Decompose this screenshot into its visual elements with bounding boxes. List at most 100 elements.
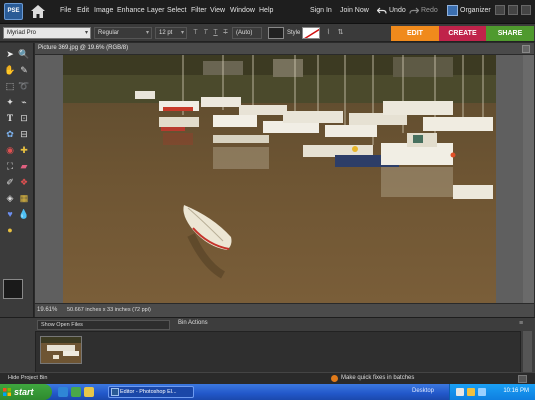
hide-project-bin-button[interactable]: Hide Project Bin (8, 375, 47, 381)
leading-select[interactable]: (Auto) (232, 27, 262, 39)
show-files-value: Show Open Files (41, 322, 83, 328)
vertical-scrollbar[interactable] (523, 55, 534, 303)
foreground-color-swatch[interactable] (3, 279, 23, 299)
quick-fix-icon (331, 375, 338, 382)
underline-icon[interactable]: T (211, 28, 220, 38)
document-title: Picture 369.jpg @ 19.6% (RGB/8) (38, 45, 129, 51)
organizer-icon[interactable] (447, 5, 458, 16)
sponge-tool-icon[interactable]: ● (4, 224, 16, 236)
quick-fix-tip[interactable]: Make quick fixes in batches (341, 375, 414, 381)
redo-button[interactable]: Redo (421, 7, 438, 14)
eyedropper-tool-icon[interactable]: ✎ (18, 64, 30, 76)
menu-view[interactable]: View (210, 7, 225, 14)
close-icon[interactable] (522, 45, 530, 53)
maximize-icon[interactable] (508, 5, 518, 15)
home-icon[interactable] (30, 4, 46, 19)
no-style-icon (304, 28, 319, 38)
brush-tool-icon[interactable]: ✐ (4, 176, 16, 188)
start-button[interactable]: start (0, 384, 52, 400)
bin-scrollbar[interactable] (523, 331, 532, 373)
menu-window[interactable]: Window (230, 7, 255, 14)
sign-in-link[interactable]: Sign In (310, 7, 332, 14)
menu-file[interactable]: File (60, 7, 71, 14)
straighten-tool-icon[interactable]: ⊟ (18, 128, 30, 140)
document-status-bar: 19.61% 50.667 inches x 33 inches (72 ppi… (35, 303, 534, 317)
menu-layer[interactable]: Layer (147, 7, 165, 14)
gradient-tool-icon[interactable]: ▦ (18, 192, 30, 204)
network-icon[interactable] (456, 388, 464, 396)
orientation-icon[interactable]: ⇅ (336, 28, 345, 38)
menu-select[interactable]: Select (167, 7, 186, 14)
menu-enhance[interactable]: Enhance (117, 7, 145, 14)
bin-actions-menu[interactable]: Bin Actions (178, 320, 208, 326)
harbor-photo (63, 55, 496, 303)
italic-icon[interactable]: T (201, 28, 210, 38)
lasso-tool-icon[interactable]: ➰ (18, 80, 30, 92)
chevron-down-icon: ▾ (84, 30, 88, 36)
open-file-thumbnail[interactable] (40, 336, 82, 364)
zoom-level[interactable]: 19.61% (37, 307, 57, 313)
menu-bar: PSE File Edit Image Enhance Layer Select… (0, 0, 535, 24)
clock: 10:16 PM (503, 388, 529, 394)
magic-wand-tool-icon[interactable]: ✦ (4, 96, 16, 108)
font-size-select[interactable]: 12 pt ▾ (155, 27, 187, 39)
warp-text-icon[interactable]: ⌇ (324, 28, 333, 38)
taskbar-item-photoshop[interactable]: Editor - Photoshop El... (108, 386, 194, 398)
font-style-value: Regular (98, 30, 120, 36)
organizer-button[interactable]: Organizer (460, 7, 491, 14)
healing-brush-icon[interactable]: ✚ (18, 144, 30, 156)
shape-tool-icon[interactable]: ♥ (4, 208, 16, 220)
tab-create[interactable]: CREATE (439, 26, 486, 41)
photoshop-elements-window: PSE File Edit Image Enhance Layer Select… (0, 0, 535, 400)
style-label: Style (287, 30, 301, 36)
image-canvas[interactable] (63, 55, 496, 303)
browser-icon[interactable] (58, 387, 68, 397)
tab-share[interactable]: SHARE (486, 26, 534, 41)
document-size: 50.667 inches x 33 inches (72 ppi) (67, 307, 151, 313)
photoshop-icon (111, 388, 119, 396)
media-player-icon[interactable] (71, 387, 81, 397)
move-tool-icon[interactable]: ➤ (4, 48, 16, 60)
menu-edit[interactable]: Edit (77, 7, 89, 14)
smart-brush-icon[interactable]: ❖ (18, 176, 30, 188)
type-tool-icon[interactable]: T (4, 112, 16, 124)
undo-icon[interactable] (377, 6, 387, 16)
clone-stamp-icon[interactable]: ⛶ (4, 160, 16, 172)
window-controls (495, 5, 533, 17)
cookie-cutter-icon[interactable]: ✿ (4, 128, 16, 140)
marquee-tool-icon[interactable]: ⬚ (4, 80, 16, 92)
close-icon[interactable] (521, 5, 531, 15)
folder-icon[interactable] (84, 387, 94, 397)
join-now-link[interactable]: Join Now (340, 7, 369, 14)
crop-tool-icon[interactable]: ⊡ (18, 112, 30, 124)
blur-tool-icon[interactable]: 💧 (18, 208, 30, 220)
desktop-toolbar[interactable]: Desktop (412, 388, 434, 394)
hand-tool-icon[interactable]: ✋ (4, 64, 16, 76)
system-tray: 10:16 PM (449, 384, 535, 400)
text-color-swatch[interactable] (268, 27, 284, 39)
bold-icon[interactable]: T (191, 28, 200, 38)
font-style-select[interactable]: Regular ▾ (94, 27, 152, 39)
security-icon[interactable] (467, 388, 475, 396)
menu-filter[interactable]: Filter (191, 7, 207, 14)
eraser-tool-icon[interactable]: ▰ (18, 160, 30, 172)
panel-menu-icon[interactable]: ≡ (519, 320, 527, 328)
menu-help[interactable]: Help (259, 7, 273, 14)
menu-image[interactable]: Image (94, 7, 113, 14)
zoom-tool-icon[interactable]: 🔍 (18, 48, 30, 60)
bin-thumbnail-area (35, 331, 521, 373)
document-title-bar[interactable]: Picture 369.jpg @ 19.6% (RGB/8) (35, 43, 534, 55)
volume-icon[interactable] (478, 388, 486, 396)
minimize-icon[interactable] (495, 5, 505, 15)
tab-edit[interactable]: EDIT (391, 26, 439, 41)
strikethrough-icon[interactable]: T (221, 28, 230, 38)
undo-button[interactable]: Undo (389, 7, 406, 14)
show-files-select[interactable]: Show Open Files (37, 320, 170, 330)
selection-brush-icon[interactable]: ⌁ (18, 96, 30, 108)
red-eye-tool-icon[interactable]: ◉ (4, 144, 16, 156)
paint-bucket-icon[interactable]: ◈ (4, 192, 16, 204)
font-family-select[interactable]: Myriad Pro ▾ (3, 27, 91, 39)
style-swatch[interactable] (302, 27, 320, 39)
redo-icon[interactable] (409, 6, 419, 16)
panel-toggle-icon[interactable] (518, 375, 527, 383)
